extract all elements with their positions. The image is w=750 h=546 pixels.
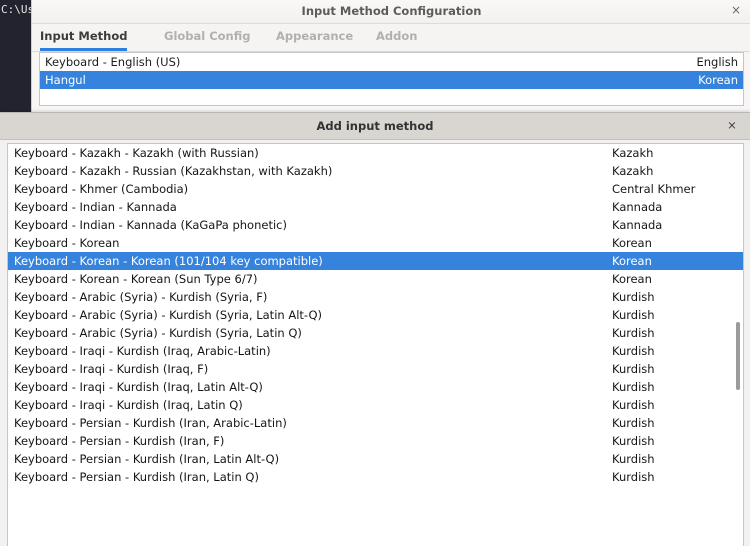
method-name: Keyboard - Kazakh - Russian (Kazakhstan,…: [14, 164, 333, 178]
table-row[interactable]: Keyboard - Arabic (Syria) - Kurdish (Syr…: [8, 288, 743, 306]
method-name: Keyboard - Iraqi - Kurdish (Iraq, Latin …: [14, 380, 263, 394]
tab-global-config[interactable]: Global Config: [164, 24, 251, 51]
close-icon[interactable]: ×: [729, 4, 743, 18]
method-name: Keyboard - Indian - Kannada: [14, 200, 177, 214]
screen: C:\Us Input Method Configuration × Input…: [0, 0, 750, 546]
method-language: Kannada: [612, 218, 663, 232]
method-language: Kazakh: [612, 164, 654, 178]
tab-input-method[interactable]: Input Method: [40, 24, 128, 51]
method-name: Keyboard - Arabic (Syria) - Kurdish (Syr…: [14, 290, 268, 304]
method-name: Keyboard - Persian - Kurdish (Iran, Lati…: [14, 452, 280, 466]
table-row[interactable]: Keyboard - Iraqi - Kurdish (Iraq, Latin …: [8, 378, 743, 396]
method-language: Kurdish: [612, 452, 655, 466]
table-row[interactable]: Keyboard - Persian - Kurdish (Iran, Arab…: [8, 414, 743, 432]
table-row[interactable]: Keyboard - Korean - Korean (101/104 key …: [8, 252, 743, 270]
method-language: Kurdish: [612, 416, 655, 430]
main-window-titlebar: Input Method Configuration ×: [32, 0, 750, 24]
available-input-method-list[interactable]: Keyboard - Kazakh - Kazakh (with Russian…: [7, 143, 744, 546]
table-row[interactable]: Keyboard - Iraqi - Kurdish (Iraq, Arabic…: [8, 342, 743, 360]
list-item[interactable]: Hangul Korean: [40, 71, 743, 89]
method-name: Keyboard - Iraqi - Kurdish (Iraq, Arabic…: [14, 344, 271, 358]
table-row[interactable]: Keyboard - Kazakh - Russian (Kazakhstan,…: [8, 162, 743, 180]
dialog-close-icon[interactable]: ×: [725, 118, 739, 132]
method-language: Kannada: [612, 200, 663, 214]
method-language: Kurdish: [612, 470, 655, 484]
add-input-method-dialog: Add input method × Keyboard - Kazakh - K…: [0, 112, 750, 546]
table-row[interactable]: Keyboard - Persian - Kurdish (Iran, Lati…: [8, 468, 743, 486]
method-language: Kurdish: [612, 362, 655, 376]
method-language: Kurdish: [612, 398, 655, 412]
method-language: Kurdish: [612, 308, 655, 322]
input-method-name: Hangul: [45, 73, 86, 87]
input-method-configuration-window: Input Method Configuration × Input Metho…: [31, 0, 750, 115]
method-name: Keyboard - Iraqi - Kurdish (Iraq, Latin …: [14, 398, 243, 412]
method-language: Kurdish: [612, 290, 655, 304]
dialog-title: Add input method: [316, 119, 434, 133]
table-row[interactable]: Keyboard - Iraqi - Kurdish (Iraq, F) Kurd…: [8, 360, 743, 378]
configured-input-method-list[interactable]: Keyboard - English (US) English Hangul Kore…: [39, 52, 744, 106]
method-language: Kurdish: [612, 434, 655, 448]
table-row[interactable]: Keyboard - Indian - Kannada (KaGaPa phon…: [8, 216, 743, 234]
list-item[interactable]: Keyboard - English (US) English: [40, 53, 743, 71]
terminal-prompt-text: C:\Us: [1, 3, 31, 16]
table-row[interactable]: Keyboard - Persian - Kurdish (Iran, F) Ku…: [8, 432, 743, 450]
input-method-language: English: [696, 55, 738, 69]
table-row[interactable]: Keyboard - Korean - Korean (Sun Type 6/7…: [8, 270, 743, 288]
method-name: Keyboard - Korean: [14, 236, 120, 250]
tab-addon[interactable]: Addon: [376, 24, 417, 51]
method-language: Korean: [612, 254, 652, 268]
table-row[interactable]: Keyboard - Persian - Kurdish (Iran, Lati…: [8, 450, 743, 468]
method-name: Keyboard - Arabic (Syria) - Kurdish (Syr…: [14, 308, 323, 322]
method-name: Keyboard - Kazakh - Kazakh (with Russian…: [14, 146, 259, 160]
method-language: Kurdish: [612, 326, 655, 340]
table-row[interactable]: Keyboard - Khmer (Cambodia) Central Khmer: [8, 180, 743, 198]
method-name: Keyboard - Arabic (Syria) - Kurdish (Syr…: [14, 326, 302, 340]
list-scrollbar-thumb[interactable]: [736, 322, 740, 390]
method-name: Keyboard - Iraqi - Kurdish (Iraq, F): [14, 362, 209, 376]
table-row[interactable]: Keyboard - Iraqi - Kurdish (Iraq, Latin …: [8, 396, 743, 414]
method-name: Keyboard - Persian - Kurdish (Iran, F): [14, 434, 225, 448]
method-name: Keyboard - Khmer (Cambodia): [14, 182, 189, 196]
method-language: Korean: [612, 272, 652, 286]
method-language: Kazakh: [612, 146, 654, 160]
method-name: Keyboard - Persian - Kurdish (Iran, Lati…: [14, 470, 259, 484]
method-language: Central Khmer: [612, 182, 696, 196]
method-name: Keyboard - Persian - Kurdish (Iran, Arab…: [14, 416, 287, 430]
table-row[interactable]: Keyboard - Indian - Kannada Kannada: [8, 198, 743, 216]
input-method-name: Keyboard - English (US): [45, 55, 181, 69]
page-title: Input Method Configuration: [301, 4, 482, 18]
tab-appearance[interactable]: Appearance: [276, 24, 353, 51]
tab-bar: Input Method Global Config Appearance Addon: [32, 24, 750, 52]
method-language: Korean: [612, 236, 652, 250]
input-method-language: Korean: [698, 73, 738, 87]
dialog-titlebar: Add input method ×: [0, 113, 750, 140]
method-language: Kurdish: [612, 380, 655, 394]
method-name: Keyboard - Indian - Kannada (KaGaPa phon…: [14, 218, 287, 232]
table-row[interactable]: Keyboard - Arabic (Syria) - Kurdish (Syr…: [8, 324, 743, 342]
table-row[interactable]: Keyboard - Arabic (Syria) - Kurdish (Syr…: [8, 306, 743, 324]
table-row[interactable]: Keyboard - Korean Korean: [8, 234, 743, 252]
method-language: Kurdish: [612, 344, 655, 358]
method-name: Keyboard - Korean - Korean (Sun Type 6/7…: [14, 272, 258, 286]
table-row[interactable]: Keyboard - Kazakh - Kazakh (with Russian…: [8, 144, 743, 162]
method-name: Keyboard - Korean - Korean (101/104 key …: [14, 254, 323, 268]
